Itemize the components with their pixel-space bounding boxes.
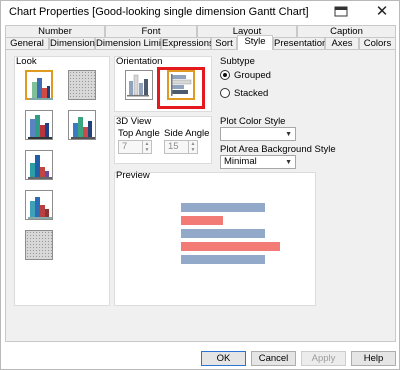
subtype-grouped-label: Grouped bbox=[234, 70, 271, 81]
look-tile-dithered-1[interactable] bbox=[68, 70, 96, 100]
preview-bar-blue bbox=[181, 203, 265, 212]
chart-properties-dialog: Chart Properties [Good-looking single di… bbox=[0, 0, 400, 370]
spinner-arrows-icon[interactable]: ▲ ▼ bbox=[188, 141, 197, 153]
cancel-button[interactable]: Cancel bbox=[251, 351, 296, 366]
tab-number[interactable]: Number bbox=[5, 25, 105, 37]
bar-chart-3d-icon bbox=[28, 115, 52, 139]
tab-colors[interactable]: Colors bbox=[359, 37, 396, 49]
title-bar: Chart Properties [Good-looking single di… bbox=[1, 1, 399, 25]
look-tile-bar-3d-3[interactable] bbox=[68, 110, 96, 140]
tab-dimensions[interactable]: Dimensions bbox=[49, 37, 100, 49]
tab-presentation[interactable]: Presentation bbox=[273, 37, 327, 49]
top-angle-spinner[interactable]: 7 ▲ ▼ bbox=[118, 140, 152, 154]
orientation-highlight-box bbox=[157, 67, 205, 109]
tab-row-2: General Dimensions Dimension Limits Expr… bbox=[1, 35, 399, 50]
vertical-bars-icon bbox=[127, 74, 149, 97]
tab-axes[interactable]: Axes bbox=[325, 37, 359, 49]
look-tile-dithered-2[interactable] bbox=[25, 230, 53, 260]
orientation-vertical-option[interactable] bbox=[125, 70, 153, 100]
close-button[interactable]: ✕ bbox=[369, 3, 395, 21]
tab-expressions[interactable]: Expressions bbox=[161, 37, 214, 49]
bar-chart-3d-icon bbox=[28, 155, 52, 179]
look-label: Look bbox=[16, 56, 37, 67]
ok-button[interactable]: OK bbox=[201, 351, 246, 366]
preview-bar-blue bbox=[181, 229, 265, 238]
plot-area-bg-style-label: Plot Area Background Style bbox=[220, 144, 336, 155]
radio-checked-icon[interactable] bbox=[220, 70, 230, 80]
bar-chart-3d-icon bbox=[71, 117, 95, 139]
tab-font[interactable]: Font bbox=[105, 25, 197, 37]
orientation-label: Orientation bbox=[116, 56, 163, 67]
apply-button[interactable]: Apply bbox=[301, 351, 346, 366]
window-menu-icon[interactable] bbox=[334, 5, 348, 17]
look-tile-bar-3d-2[interactable] bbox=[25, 110, 53, 140]
tab-style[interactable]: Style bbox=[237, 35, 273, 50]
side-angle-spinner[interactable]: 15 ▲ ▼ bbox=[164, 140, 198, 154]
subtype-stacked-radio[interactable]: Stacked bbox=[220, 88, 268, 99]
preview-bar-red bbox=[181, 242, 280, 251]
tab-caption[interactable]: Caption bbox=[297, 25, 396, 37]
plot-area-bg-style-value: Minimal bbox=[224, 156, 257, 167]
preview-label: Preview bbox=[116, 170, 150, 181]
top-angle-label: Top Angle bbox=[118, 128, 160, 139]
plot-area-bg-style-select[interactable]: Minimal ▼ bbox=[220, 155, 296, 169]
preview-group bbox=[114, 172, 316, 306]
bar-chart-3d-icon bbox=[29, 78, 53, 100]
plot-color-style-select[interactable]: ▼ bbox=[220, 127, 296, 141]
bar-chart-3d-icon bbox=[28, 197, 52, 219]
chevron-down-icon: ▼ bbox=[285, 159, 292, 166]
tab-general[interactable]: General bbox=[5, 37, 49, 49]
tab-sort[interactable]: Sort bbox=[211, 37, 237, 49]
view3d-label: 3D View bbox=[116, 116, 152, 127]
look-tile-bar-3d-5[interactable] bbox=[25, 190, 53, 220]
preview-area bbox=[115, 173, 315, 305]
side-angle-label: Side Angle bbox=[164, 128, 210, 139]
preview-bar-blue bbox=[181, 255, 265, 264]
preview-bar-red bbox=[181, 216, 223, 225]
help-button[interactable]: Help bbox=[351, 351, 396, 366]
top-angle-value: 7 bbox=[122, 141, 128, 152]
subtype-stacked-label: Stacked bbox=[234, 88, 269, 99]
plot-color-style-label: Plot Color Style bbox=[220, 116, 286, 127]
radio-unchecked-icon[interactable] bbox=[220, 88, 230, 98]
subtype-grouped-radio[interactable]: Grouped bbox=[220, 70, 271, 81]
side-angle-value: 15 bbox=[168, 141, 179, 152]
chevron-down-icon: ▼ bbox=[285, 131, 292, 138]
look-tile-bar-3d-1[interactable] bbox=[25, 70, 53, 100]
spinner-arrows-icon[interactable]: ▲ ▼ bbox=[142, 141, 151, 153]
window-title: Chart Properties [Good-looking single di… bbox=[9, 6, 309, 18]
tab-row-1: Number Font Layout Caption bbox=[1, 25, 399, 37]
tab-dimension-limits[interactable]: Dimension Limits bbox=[95, 37, 168, 49]
look-tile-bar-3d-4[interactable] bbox=[25, 150, 53, 180]
subtype-label: Subtype bbox=[220, 56, 255, 67]
